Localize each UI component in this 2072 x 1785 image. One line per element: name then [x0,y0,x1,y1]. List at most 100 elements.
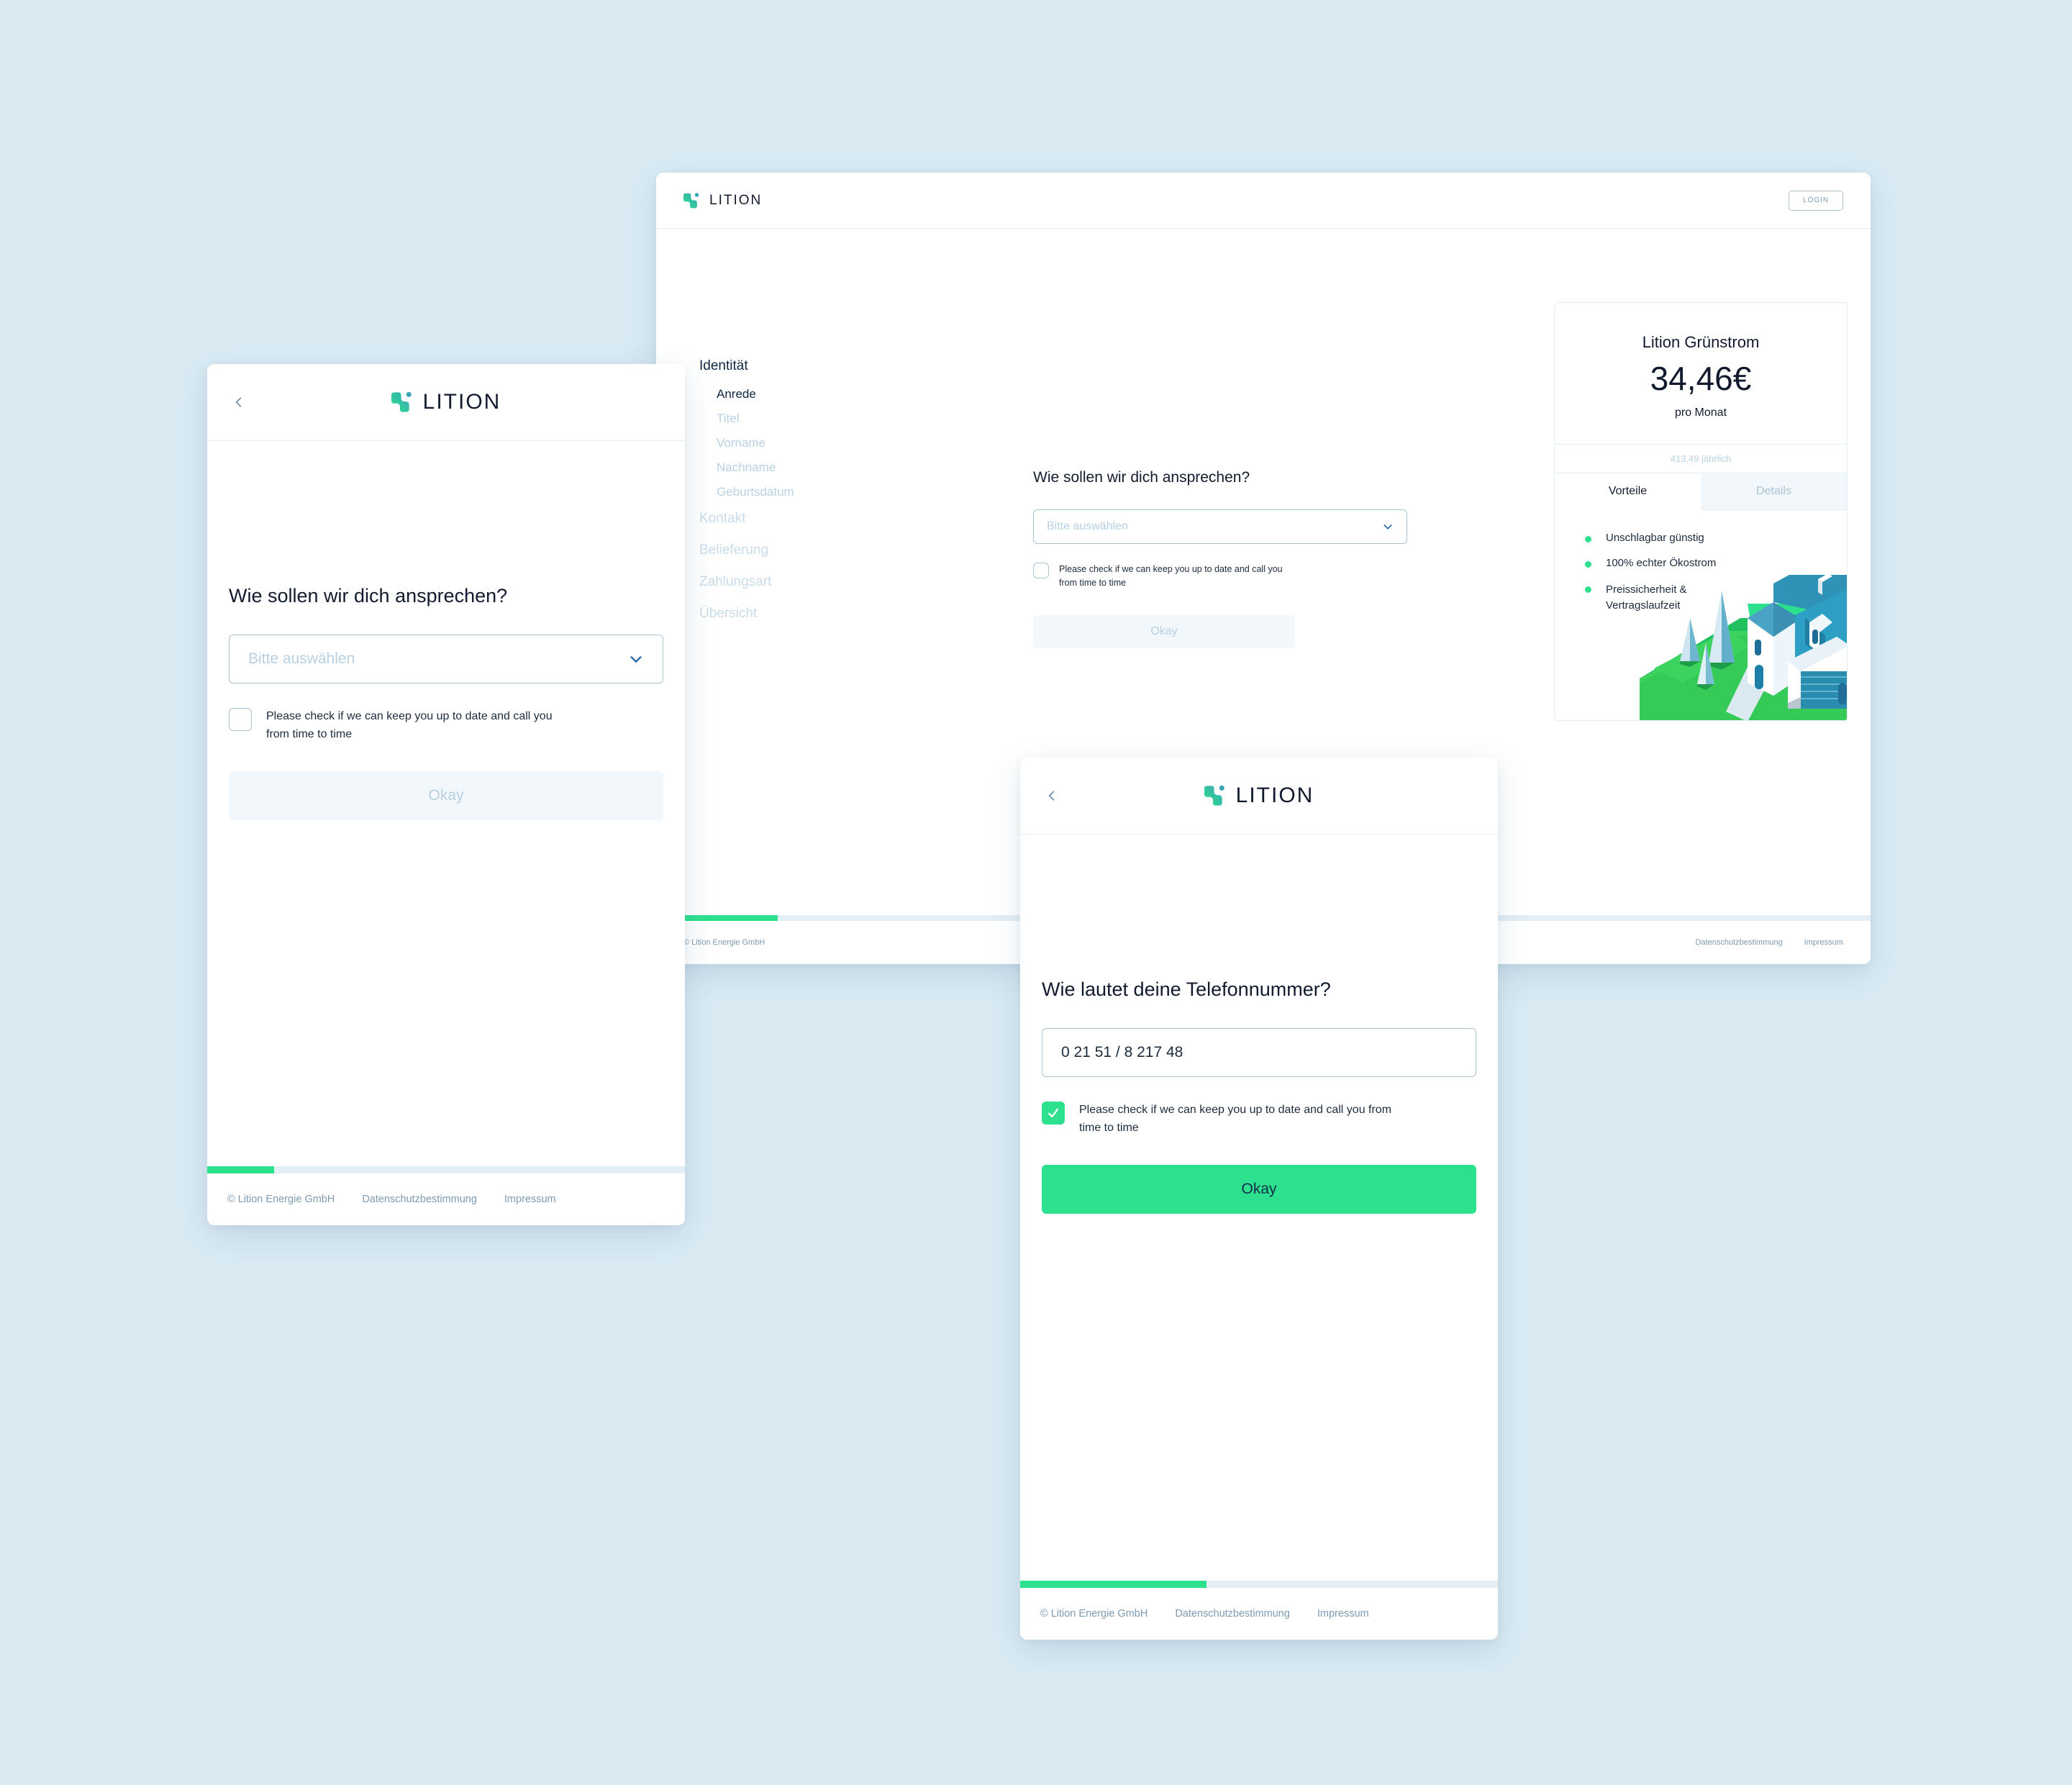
mobile-salutation-card: LITION Wie sollen wir dich ansprechen? B… [207,364,685,1225]
newsletter-checkbox-label: Please check if we can keep you up to da… [266,710,553,740]
footer-privacy-link[interactable]: Datenschutzbestimmung [1696,938,1783,947]
footer-imprint-link[interactable]: Impressum [1804,938,1843,947]
footer-privacy-link[interactable]: Datenschutzbestimmung [1175,1608,1290,1620]
lition-logo-mark [683,192,699,208]
tab-label: Details [1756,485,1791,497]
mobile-phone-body: Wie lautet deine Telefonnummer? 0 21 51 … [1020,835,1498,1214]
footer-copyright: © Lition Energie GmbH [1040,1608,1148,1620]
benefit-text: Unschlagbar günstig [1606,532,1704,544]
footer-copyright: © Lition Energie GmbH [683,938,765,947]
mobile-phone-footer: © Lition Energie GmbH Datenschutzbestimm… [1020,1588,1498,1640]
nav-group-label: Zahlungsart [699,574,772,589]
mobile-phone-logo-text: LITION [1235,784,1314,807]
chevron-left-icon [1048,791,1055,801]
bullet-dot-icon [1585,586,1591,593]
newsletter-checkbox[interactable] [229,708,252,731]
mobile-salutation-body: Wie sollen wir dich ansprechen? Bitte au… [207,441,685,820]
footer-imprint-link[interactable]: Impressum [1317,1608,1369,1620]
mobile-newsletter-checkbox-row[interactable]: Please check if we can keep you up to da… [229,708,663,744]
nav-item-label: Nachname [717,460,776,474]
newsletter-checkbox-label: Please check if we can keep you up to da… [1059,564,1283,589]
mobile-salutation-progress-bar [207,1166,685,1173]
price-amount: 34,46€ [1650,360,1752,397]
salutation-select-placeholder: Bitte auswählen [248,650,355,667]
mobile-progress-fill [1020,1581,1207,1588]
nav-item-label: Anrede [717,387,756,401]
chevron-down-icon [630,656,642,663]
mobile-salutation-logo: LITION [391,390,501,414]
nav-group-zahlungsart[interactable]: Zahlungsart [699,574,915,590]
screenshot-canvas: LITION LOGIN Identität Anrede Titel Vorn… [0,0,2072,1785]
newsletter-checkbox-label: Please check if we can keep you up to da… [1079,1104,1392,1134]
newsletter-checkbox[interactable] [1042,1102,1065,1125]
price-period: pro Monat [1674,406,1727,419]
salutation-select[interactable]: Bitte auswählen [229,635,663,683]
mobile-progress-fill [207,1166,274,1173]
price-summary: Lition Grünstrom 34,46€ pro Monat [1555,303,1847,444]
nav-item-nachname[interactable]: Nachname [717,460,915,475]
desktop-okay-button[interactable]: Okay [1033,614,1295,648]
newsletter-checkbox[interactable] [1033,563,1049,578]
tab-details[interactable]: Details [1701,473,1847,510]
mobile-okay-button[interactable]: Okay [229,771,663,820]
nav-item-geburtsdatum[interactable]: Geburtsdatum [717,485,915,499]
mobile-phone-progress-bar [1020,1581,1498,1588]
footer-privacy-link[interactable]: Datenschutzbestimmung [362,1194,477,1205]
footer-links: Datenschutzbestimmung Impressum [1696,938,1843,947]
nav-group-label: Belieferung [699,542,769,558]
nav-group-uebersicht[interactable]: Übersicht [699,606,915,622]
mobile-newsletter-checkbox-row[interactable]: Please check if we can keep you up to da… [1042,1102,1476,1137]
lition-logo-mark [1204,785,1224,806]
mobile-phone-logo: LITION [1204,784,1314,808]
check-icon [1048,1108,1058,1118]
mobile-salutation-header: LITION [207,364,685,441]
mobile-phone-card: LITION Wie lautet deine Telefonnummer? 0… [1020,758,1498,1640]
mobile-okay-button[interactable]: Okay [1042,1164,1476,1214]
mobile-okay-label: Okay [1241,1180,1277,1197]
nav-group-label: Kontakt [699,511,746,526]
salutation-select[interactable]: Bitte auswählen [1033,509,1407,544]
benefit-text: 100% echter Ökostrom [1606,557,1717,569]
chevron-down-icon [1383,524,1392,530]
tab-vorteile[interactable]: Vorteile [1555,473,1701,510]
desktop-newsletter-checkbox-row[interactable]: Please check if we can keep you up to da… [1033,563,1407,591]
nav-item-anrede[interactable]: Anrede [717,387,915,401]
mobile-phone-question: Wie lautet deine Telefonnummer? [1042,978,1331,1000]
salutation-select-placeholder: Bitte auswählen [1047,520,1128,532]
nav-item-vorname[interactable]: Vorname [717,436,915,450]
nav-group-identitaet[interactable]: Identität [699,358,915,374]
footer-imprint-link[interactable]: Impressum [504,1194,556,1205]
mobile-phone-header: LITION [1020,758,1498,835]
product-name: Lition Grünstrom [1642,333,1760,351]
nav-item-label: Geburtsdatum [717,485,794,499]
mobile-salutation-question: Wie sollen wir dich ansprechen? [229,585,508,607]
nav-group-belieferung[interactable]: Belieferung [699,542,915,558]
desktop-okay-label: Okay [1150,624,1178,637]
house-illustration-svg [1640,575,1847,720]
desktop-step-navigation: Identität Anrede Titel Vorname Nachname … [699,358,915,622]
phone-input-value: 0 21 51 / 8 217 48 [1061,1044,1183,1060]
login-button-label: LOGIN [1802,196,1830,204]
desktop-logo: LITION [683,191,762,210]
nav-item-label: Vorname [717,436,766,450]
tariff-tabs: Vorteile Details [1555,473,1847,510]
footer-copyright: © Lition Energie GmbH [227,1194,335,1205]
back-button[interactable] [1036,780,1068,812]
desktop-form-question: Wie sollen wir dich ansprechen? [1033,469,1250,486]
tab-label: Vorteile [1608,485,1648,497]
list-item: Unschlagbar günstig [1585,532,1847,544]
price-yearly: 413,49 jährlich [1555,444,1847,473]
lition-logo-mark [391,391,412,412]
login-button[interactable]: LOGIN [1789,190,1843,211]
back-button[interactable] [223,386,255,418]
mobile-salutation-logo-text: LITION [422,390,501,414]
nav-item-label: Titel [717,412,740,425]
mobile-okay-label: Okay [428,786,464,804]
nav-group-kontakt[interactable]: Kontakt [699,511,915,527]
desktop-header: LITION LOGIN [656,173,1871,229]
nav-sublist-identitaet: Anrede Titel Vorname Nachname Geburtsdat… [699,387,915,499]
isometric-house-illustration [1640,575,1847,720]
nav-item-titel[interactable]: Titel [717,412,915,426]
phone-input[interactable]: 0 21 51 / 8 217 48 [1042,1028,1476,1077]
mobile-salutation-footer: © Lition Energie GmbH Datenschutzbestimm… [207,1173,685,1225]
